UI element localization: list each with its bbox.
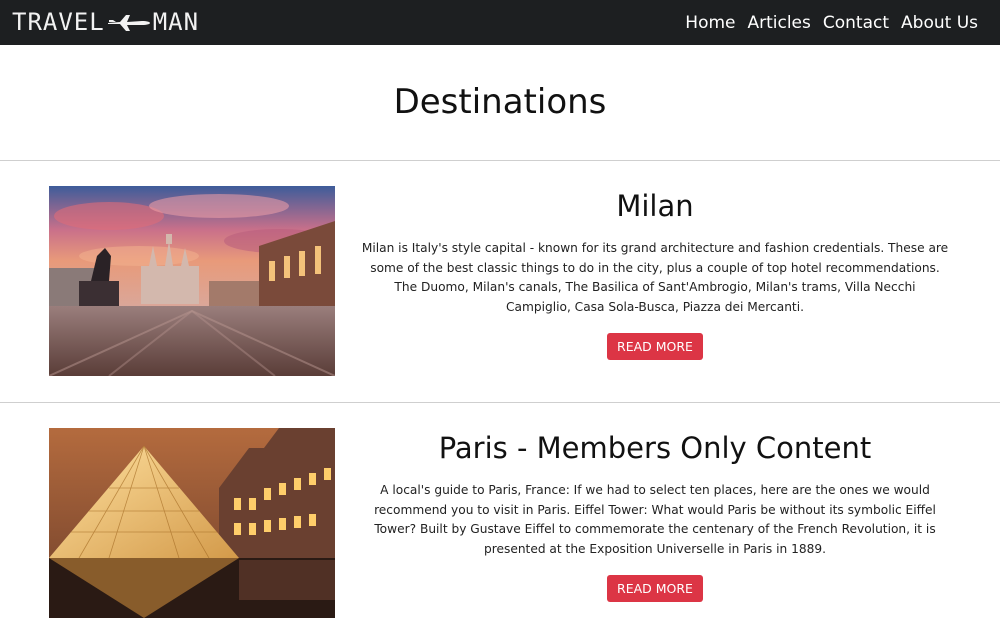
nav-home[interactable]: Home bbox=[685, 13, 735, 33]
brand-text-left: TRAVEL bbox=[12, 8, 105, 36]
card-body-paris: Paris - Members Only Content A local's g… bbox=[355, 428, 955, 602]
read-more-button[interactable]: READ MORE bbox=[607, 574, 703, 602]
card-title: Milan bbox=[616, 189, 694, 223]
nav-articles[interactable]: Articles bbox=[747, 13, 810, 33]
brand-logo[interactable]: TRAVEL MAN bbox=[12, 7, 199, 37]
card-text: Milan is Italy's style capital - known f… bbox=[361, 241, 949, 315]
nav-about-us[interactable]: About Us bbox=[901, 13, 978, 33]
page-title: Destinations bbox=[393, 82, 607, 122]
read-more-button[interactable]: READ MORE bbox=[607, 332, 703, 360]
airplane-icon bbox=[106, 11, 152, 33]
destination-card-paris: Paris - Members Only Content A local's g… bbox=[0, 402, 1000, 622]
milan-image bbox=[49, 186, 335, 376]
nav-links: Home Articles Contact About Us bbox=[685, 0, 978, 45]
nav-contact[interactable]: Contact bbox=[823, 13, 889, 33]
paris-image bbox=[49, 428, 335, 618]
brand-text-right: MAN bbox=[152, 8, 200, 36]
navbar: TRAVEL MAN Home Articles Contact About U… bbox=[0, 0, 1000, 45]
card-title: Paris - Members Only Content bbox=[438, 431, 872, 465]
card-text: A local's guide to Paris, France: If we … bbox=[374, 483, 936, 557]
destination-card-milan: Milan Milan is Italy's style capital - k… bbox=[0, 160, 1000, 403]
card-body-milan: Milan Milan is Italy's style capital - k… bbox=[355, 186, 955, 360]
